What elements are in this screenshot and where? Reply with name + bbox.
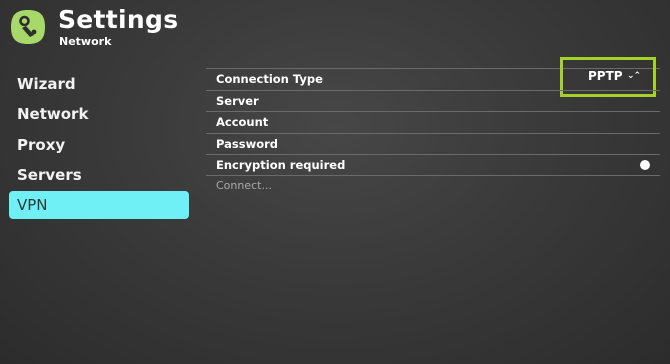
password-row[interactable]: Password	[206, 132, 660, 155]
chevron-up-down-icon[interactable]: ⌄⌃	[627, 66, 641, 86]
connection-type-label: Connection Type	[216, 72, 323, 86]
vpn-settings-panel: Connection Type PPTP ⌄⌃ Server Account P…	[206, 57, 660, 196]
connect-button[interactable]: Connect...	[206, 176, 660, 196]
connection-type-row[interactable]: Connection Type PPTP ⌄⌃	[206, 57, 660, 97]
sidebar-item-wizard[interactable]: Wizard	[9, 70, 189, 98]
sidebar: Wizard Network Proxy Servers VPN	[9, 70, 189, 221]
sidebar-item-vpn[interactable]: VPN	[9, 191, 189, 220]
sidebar-item-servers[interactable]: Servers	[9, 161, 189, 189]
connection-type-value: PPTP	[588, 69, 623, 83]
app-logo-icon	[11, 10, 45, 44]
server-row[interactable]: Server	[206, 89, 660, 112]
app-header: Settings Network	[9, 5, 309, 51]
encryption-label: Encryption required	[216, 158, 346, 173]
page-subtitle: Network	[59, 35, 112, 48]
encryption-row[interactable]: Encryption required	[206, 154, 660, 176]
page-title: Settings	[58, 5, 179, 34]
account-row[interactable]: Account	[206, 111, 660, 133]
password-label: Password	[216, 136, 278, 151]
sidebar-item-network[interactable]: Network	[9, 100, 189, 128]
server-label: Server	[216, 93, 259, 108]
encryption-toggle[interactable]	[640, 160, 650, 171]
sidebar-item-proxy[interactable]: Proxy	[9, 131, 189, 159]
account-label: Account	[216, 115, 269, 130]
